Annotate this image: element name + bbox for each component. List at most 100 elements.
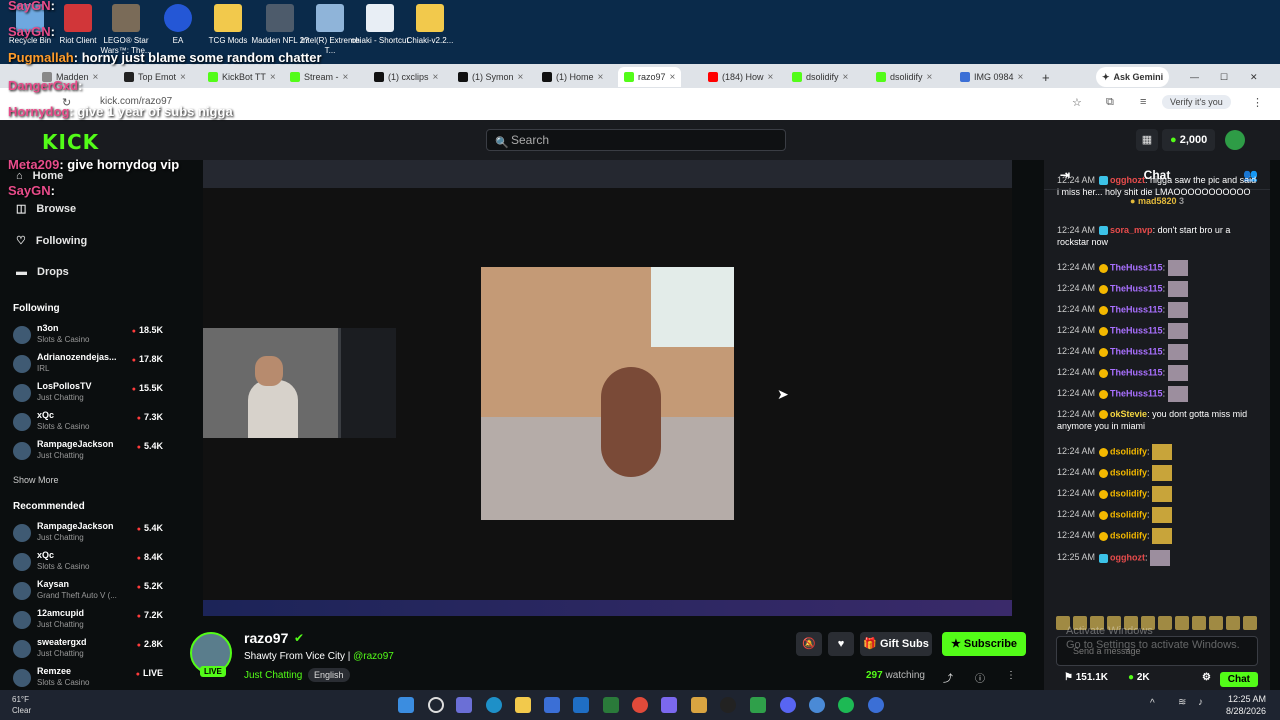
sidebar-channel[interactable]: LosPollosTVJust Chatting15.5K — [13, 381, 163, 407]
weather-widget[interactable]: 61°F Clear — [12, 694, 31, 716]
sidebar-channel[interactable]: xQcSlots & Casino8.4K — [13, 550, 163, 576]
chat-username[interactable]: TheHuss115 — [1110, 388, 1163, 398]
chat-username[interactable]: TheHuss115 — [1110, 283, 1163, 293]
close-icon[interactable]: × — [843, 72, 849, 83]
nav-following[interactable]: ♡ Following — [16, 234, 87, 248]
tab-dsolidify-1[interactable]: dsolidify × — [786, 67, 854, 87]
sidebar-channel[interactable]: RampageJacksonJust Chatting5.4K — [13, 521, 163, 547]
tray-expand-icon[interactable]: ^ — [1150, 698, 1155, 709]
new-tab-button[interactable]: + — [1036, 67, 1056, 87]
user-avatar[interactable] — [1225, 130, 1245, 150]
tab-razo97[interactable]: razo97 × — [618, 67, 682, 87]
sidebar-channel[interactable]: RemzeeSlots & CasinoLIVE — [13, 666, 163, 692]
tab-search-icon[interactable]: ≡ — [1140, 96, 1146, 108]
search-icon[interactable] — [428, 697, 444, 713]
close-icon[interactable]: × — [598, 72, 604, 83]
subscribe-button[interactable]: ★ Subscribe — [942, 632, 1026, 656]
follow-heart-icon[interactable]: ♥ — [828, 632, 854, 656]
notifications-off-icon[interactable]: 🔕 — [796, 632, 822, 656]
close-icon[interactable]: × — [270, 72, 276, 83]
language-tag[interactable]: English — [308, 668, 350, 682]
tab-img-0984[interactable]: IMG 0984 × — [954, 67, 1029, 87]
wifi-icon[interactable]: ≋ — [1178, 697, 1186, 708]
tcg-mods-folder-icon[interactable]: TCG Mods — [198, 4, 258, 46]
chat-settings-icon[interactable]: ⚙ — [1202, 672, 1211, 683]
tab-cxclips[interactable]: (1) cxclips × — [368, 67, 444, 87]
minimize-button[interactable]: — — [1184, 67, 1205, 87]
volume-icon[interactable]: ♪ — [1198, 697, 1203, 708]
app-icon[interactable] — [661, 697, 677, 713]
streamer-name[interactable]: razo97 — [244, 630, 288, 646]
bookmark-star-icon[interactable]: ☆ — [1072, 96, 1082, 109]
tab-youtube[interactable]: (184) How × — [702, 67, 779, 87]
chat-username[interactable]: ogghozt — [1110, 552, 1145, 562]
sidebar-channel[interactable]: RampageJacksonJust Chatting5.4K — [13, 439, 163, 465]
search-input[interactable]: 🔍 Search — [486, 129, 786, 151]
tab-top-emotes[interactable]: Top Emot × — [118, 67, 192, 87]
edge-icon[interactable] — [486, 697, 502, 713]
chat-username[interactable]: dsolidify — [1110, 467, 1147, 477]
chat-username[interactable]: TheHuss115 — [1110, 346, 1163, 356]
tab-stream[interactable]: Stream - × — [284, 67, 354, 87]
browser-menu-icon[interactable]: ⋮ — [1252, 96, 1263, 109]
close-window-button[interactable]: ✕ — [1244, 67, 1264, 87]
obs-icon[interactable] — [720, 697, 736, 713]
lego-star-wars-icon[interactable]: LEGO® Star Wars™: The... — [96, 4, 156, 56]
kick-logo[interactable]: KICK — [42, 130, 99, 154]
teams-icon[interactable] — [456, 697, 472, 713]
kicks-balance[interactable]: ● 2,000 — [1162, 129, 1216, 151]
nav-browse[interactable]: ◫ Browse — [16, 202, 76, 216]
close-icon[interactable]: × — [927, 72, 933, 83]
clock[interactable]: 12:25 AM 8/28/2026 — [1226, 693, 1266, 717]
discord-icon[interactable] — [780, 697, 796, 713]
chat-username[interactable]: TheHuss115 — [1110, 262, 1163, 272]
app-icon[interactable] — [868, 697, 884, 713]
close-icon[interactable]: × — [343, 72, 349, 83]
info-icon[interactable]: ⓘ — [975, 670, 985, 685]
category-link[interactable]: Just Chatting — [244, 670, 302, 681]
chat-username[interactable]: dsolidify — [1110, 446, 1147, 456]
store-icon[interactable] — [544, 697, 560, 713]
nav-drops[interactable]: ▬ Drops — [16, 266, 69, 278]
chat-username[interactable]: ogghozt — [1110, 175, 1145, 185]
sidebar-channel[interactable]: n3onSlots & Casino18.5K — [13, 323, 163, 349]
verify-button[interactable]: Verify it's you — [1162, 95, 1231, 109]
close-icon[interactable]: × — [518, 72, 524, 83]
chat-username[interactable]: TheHuss115 — [1110, 304, 1163, 314]
close-icon[interactable]: × — [433, 72, 439, 83]
tab-kickbot[interactable]: KickBot TT × — [202, 67, 282, 87]
maximize-button[interactable]: ☐ — [1214, 67, 1234, 87]
chat-username[interactable]: dsolidify — [1110, 488, 1147, 498]
share-icon[interactable]: ⤴ — [943, 670, 953, 685]
show-more-link[interactable]: Show More — [13, 475, 59, 485]
terminal-icon[interactable] — [603, 697, 619, 713]
app-icon[interactable] — [809, 697, 825, 713]
sidebar-channel[interactable]: xQcSlots & Casino7.3K — [13, 410, 163, 436]
close-icon[interactable]: × — [670, 72, 676, 83]
spotify-icon[interactable] — [838, 697, 854, 713]
tab-home[interactable]: (1) Home × — [536, 67, 609, 87]
shield-icon[interactable] — [750, 697, 766, 713]
chrome-icon[interactable] — [632, 697, 648, 713]
sidebar-channel[interactable]: KaysanGrand Theft Auto V (...5.2K — [13, 579, 163, 605]
more-options-icon[interactable]: ⋮ — [1006, 670, 1016, 681]
close-icon[interactable]: × — [93, 72, 99, 83]
inventory-icon[interactable]: ▦ — [1136, 129, 1158, 151]
chat-username[interactable]: dsolidify — [1110, 509, 1147, 519]
windows-start-icon[interactable] — [398, 697, 414, 713]
extensions-icon[interactable]: ⧉ — [1106, 96, 1114, 109]
app-icon[interactable] — [691, 697, 707, 713]
chat-username[interactable]: dsolidify — [1110, 530, 1147, 540]
chat-username[interactable]: TheHuss115 — [1110, 325, 1163, 335]
close-icon[interactable]: × — [180, 72, 186, 83]
chat-username[interactable]: TheHuss115 — [1110, 367, 1163, 377]
sidebar-channel[interactable]: Adrianozendejas...IRL17.8K — [13, 352, 163, 378]
file-explorer-icon[interactable] — [515, 697, 531, 713]
tab-dsolidify-2[interactable]: dsolidify × — [870, 67, 938, 87]
ask-gemini-button[interactable]: ✦ Ask Gemini — [1096, 67, 1170, 87]
chat-username[interactable]: okStevie — [1110, 409, 1147, 419]
chiaki-folder-icon[interactable]: Chiaki-v2.2... — [400, 4, 460, 46]
gift-subs-button[interactable]: 🎁 Gift Subs — [860, 632, 932, 656]
outlook-icon[interactable] — [573, 697, 589, 713]
close-icon[interactable]: × — [768, 72, 774, 83]
